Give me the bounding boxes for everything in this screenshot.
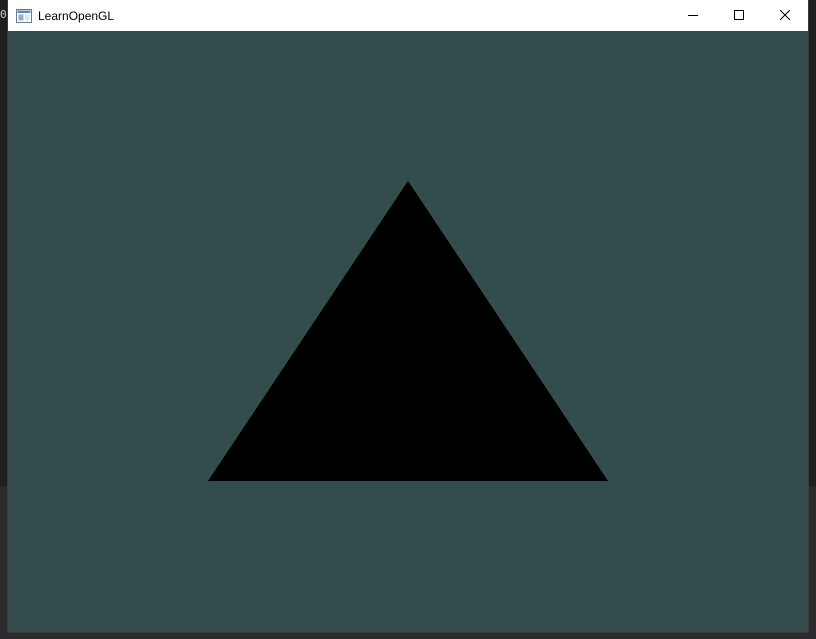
maximize-button[interactable] [716,0,762,31]
app-window-icon[interactable] [16,8,32,24]
desktop: 0 LearnOpenGL [0,0,816,639]
close-button[interactable] [762,0,808,31]
maximize-icon [734,7,744,25]
title-bar[interactable]: LearnOpenGL [8,0,808,31]
minimize-button[interactable] [670,0,716,31]
close-icon [779,7,791,25]
opengl-viewport[interactable] [8,31,808,632]
window-title: LearnOpenGL [38,8,115,23]
window-controls [670,0,808,31]
render-canvas [208,181,608,481]
background-window-edge: 0 [0,8,7,21]
rendered-triangle [208,181,608,481]
minimize-icon [688,7,698,25]
app-window[interactable]: LearnOpenGL [8,0,808,632]
